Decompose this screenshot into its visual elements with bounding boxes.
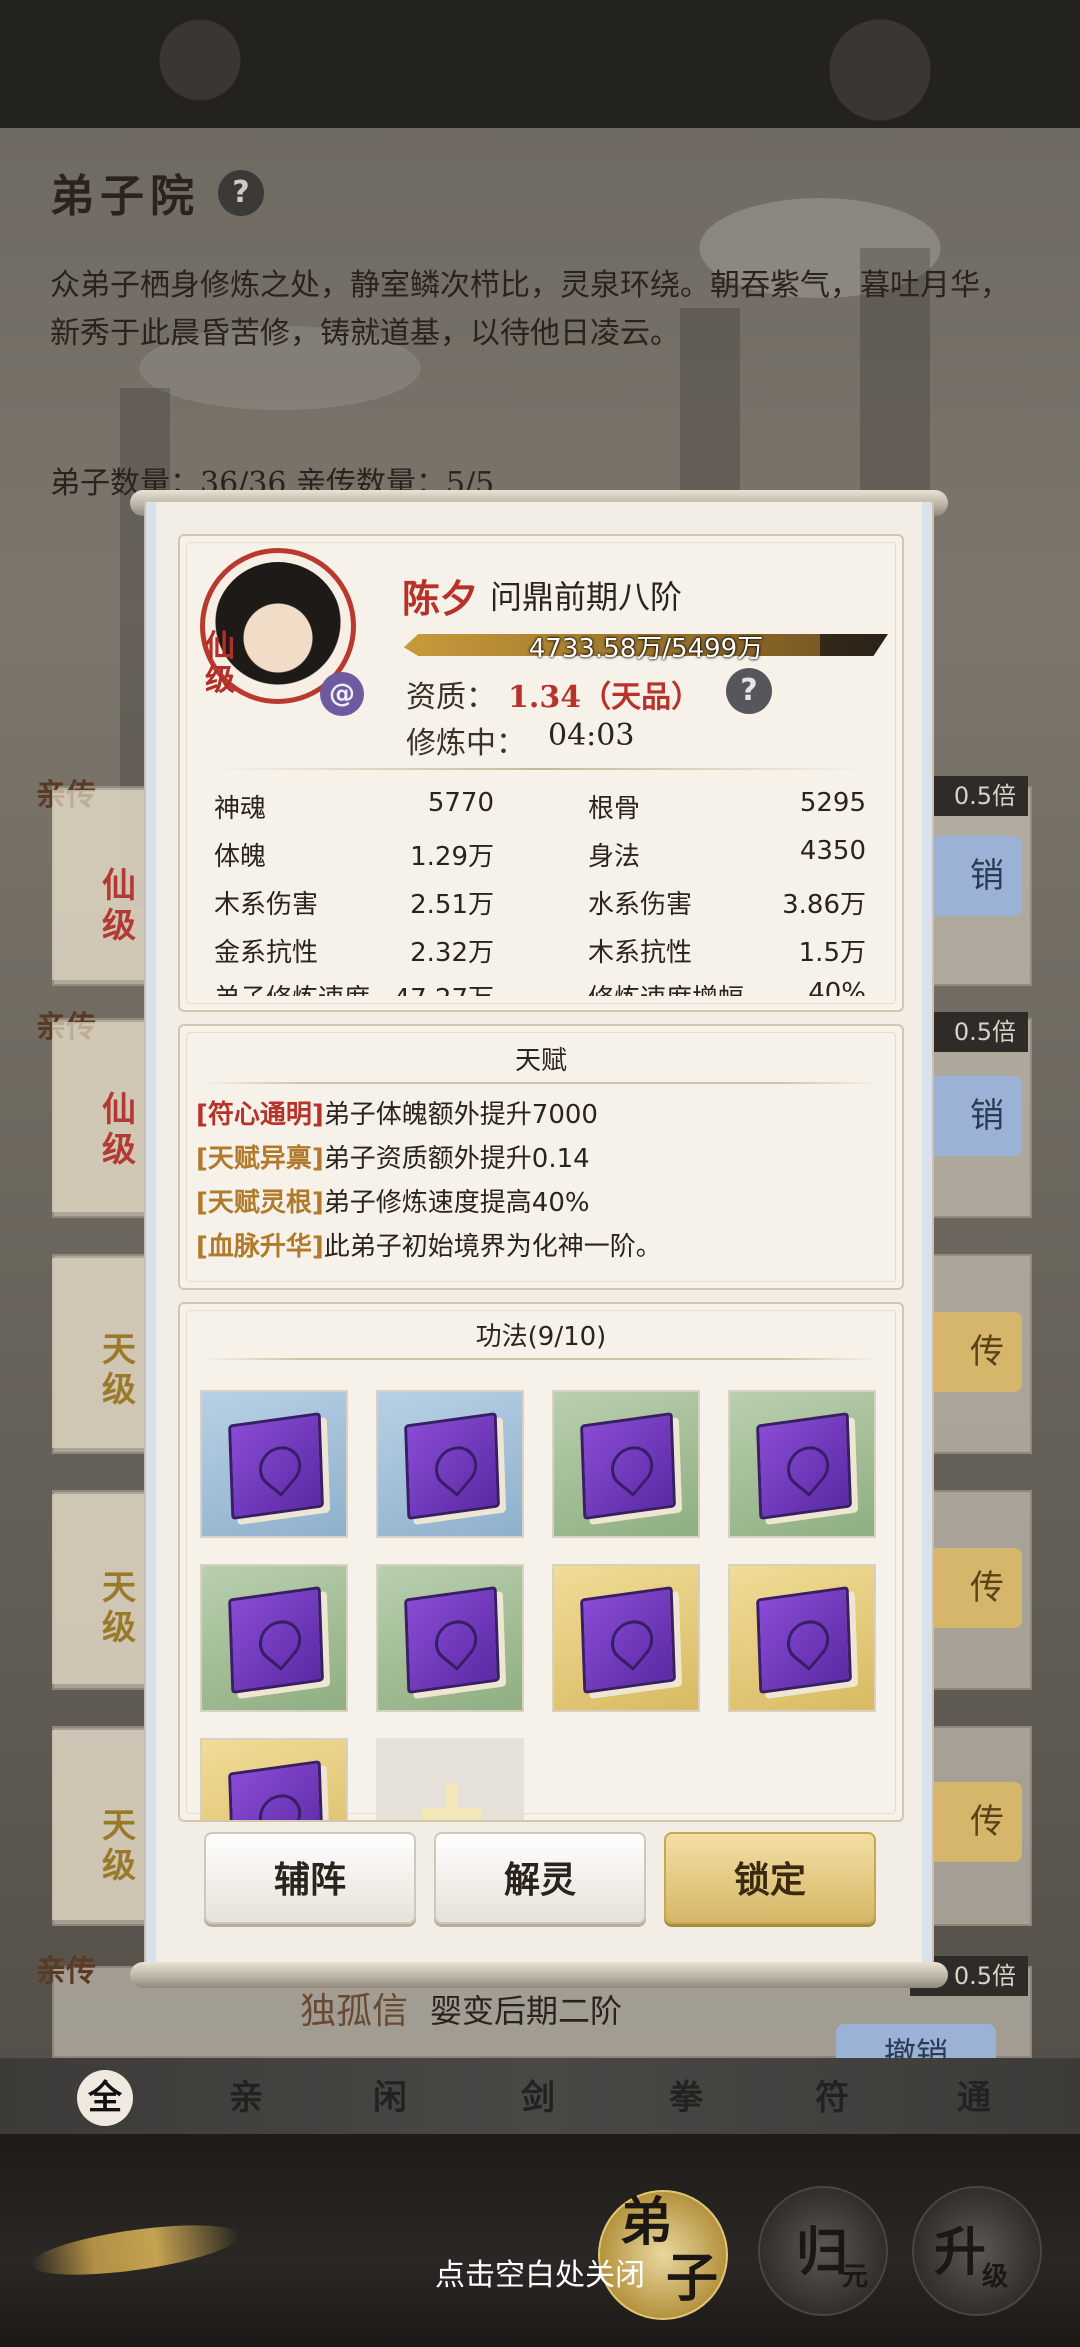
skill-book-icon	[756, 1586, 852, 1694]
skill-slot[interactable]	[728, 1564, 876, 1712]
stat-value: 3.86万	[782, 890, 866, 920]
stat-value: 5770	[427, 788, 494, 818]
training-label: 修炼中：	[406, 726, 526, 761]
stat-label: 身法	[588, 842, 641, 872]
stat-label: 木系伤害	[214, 890, 319, 920]
lock-button[interactable]: 锁定	[664, 1832, 876, 1924]
aptitude-label: 资质：	[406, 680, 496, 715]
skill-book-icon	[228, 1412, 324, 1520]
stat-label: 弟子修炼速度	[214, 978, 370, 996]
row-grade: 仙级	[102, 1090, 136, 1170]
release-button[interactable]: 解灵	[434, 1832, 646, 1924]
skill-book-icon	[228, 1586, 324, 1694]
empty-skill-slot[interactable]	[376, 1738, 524, 1820]
skill-slot[interactable]	[200, 1390, 348, 1538]
talent-tag: [符心通明]	[196, 1100, 324, 1130]
disciples-nav-label: 弟	[620, 2192, 673, 2253]
row-grade: 天级	[102, 1568, 136, 1648]
skill-book-icon	[404, 1412, 500, 1520]
tab-idle[interactable]: 闲	[362, 2070, 418, 2126]
divider	[200, 1358, 882, 1360]
aptitude-help-icon[interactable]: ?	[726, 668, 772, 714]
skill-book-icon	[580, 1586, 676, 1694]
stat-label: 修炼速度增幅	[588, 978, 744, 996]
stat-row: 体魄 1.29万 身法 4350	[204, 836, 876, 884]
tab-talisman[interactable]: 符	[804, 2070, 860, 2126]
divider	[200, 1082, 882, 1084]
stat-row: 木系伤害 2.51万 水系伤害 3.86万	[204, 884, 876, 932]
stat-label: 木系抗性	[588, 938, 693, 968]
talents-title: 天赋	[514, 1046, 567, 1076]
stat-label: 水系伤害	[588, 890, 693, 920]
disciple-name: 独孤信	[300, 1991, 409, 2032]
disciple-name: 陈夕	[402, 576, 479, 621]
row-tag: 亲传	[36, 1954, 96, 1989]
tab-general[interactable]: 通	[946, 2070, 1002, 2126]
skills-title: 功法(9/10)	[475, 1322, 607, 1352]
skills-grid[interactable]	[190, 1380, 890, 1820]
skill-slot[interactable]	[376, 1390, 524, 1538]
skill-book-icon	[580, 1412, 676, 1520]
skill-slot[interactable]	[200, 1738, 348, 1820]
training-time: 04:03	[548, 718, 635, 753]
talent-tag: [天赋灵根]	[196, 1188, 324, 1218]
element-swirl-icon: @	[320, 672, 364, 716]
talent-text: 弟子体魄额外提升7000	[323, 1100, 598, 1130]
page-intro: 众弟子栖身修炼之处，静室鳞次栉比，灵泉环绕。朝吞紫气，暮吐月华，新秀于此晨昏苦修…	[50, 268, 1010, 351]
scroll-rod-bottom	[130, 1962, 948, 1988]
talent-tag: [血脉升华]	[196, 1232, 324, 1262]
talent-item: [天赋异禀]弟子资质额外提升0.14	[196, 1138, 590, 1175]
top-banner	[0, 0, 1080, 128]
stat-label: 金系抗性	[214, 938, 319, 968]
exp-text: 4733.58万/5499万	[528, 634, 764, 664]
skill-slot[interactable]	[552, 1390, 700, 1538]
talent-text: 此弟子初始境界为化神一阶。	[323, 1232, 662, 1262]
tab-fist[interactable]: 拳	[658, 2070, 714, 2126]
stat-value: 40%	[808, 978, 866, 996]
talent-item: [符心通明]弟子体魄额外提升7000	[196, 1094, 598, 1131]
stat-value: 1.29万	[410, 842, 494, 872]
stat-value: 5295	[799, 788, 866, 818]
close-hint[interactable]: 点击空白处关闭	[0, 2250, 1080, 2294]
skill-slot[interactable]	[552, 1564, 700, 1712]
talent-tag: [天赋异禀]	[196, 1144, 324, 1174]
talent-text: 弟子修炼速度提高40%	[323, 1188, 590, 1218]
skill-slot[interactable]	[728, 1390, 876, 1538]
talent-item: [天赋灵根]弟子修炼速度提高40%	[196, 1182, 590, 1219]
assist-button[interactable]: 辅阵	[204, 1832, 416, 1924]
skill-book-icon	[756, 1412, 852, 1520]
stat-row: 神魂 5770 根骨 5295	[204, 788, 876, 836]
talent-item: [血脉升华]此弟子初始境界为化神一阶。	[196, 1226, 662, 1263]
skill-slot[interactable]	[376, 1564, 524, 1712]
row-grade: 天级	[102, 1330, 136, 1410]
stat-row: 弟子修炼速度 47.27万 修炼速度增幅 40%	[204, 978, 876, 996]
stat-value: 47.27万	[374, 978, 494, 996]
divider	[204, 768, 876, 770]
stat-value: 2.32万	[410, 938, 494, 968]
grade-badge: 仙级	[205, 629, 235, 698]
row-grade: 天级	[102, 1806, 136, 1886]
tab-sword[interactable]: 剑	[510, 2070, 566, 2126]
skill-book-icon	[228, 1760, 324, 1820]
stat-value: 4350	[799, 836, 866, 866]
row-grade: 仙级	[102, 866, 136, 946]
tab-all[interactable]: 全	[77, 2070, 133, 2126]
stat-label: 神魂	[214, 794, 267, 824]
disciple-realm: 问鼎前期八阶	[490, 578, 683, 616]
page-title: 弟子院	[50, 171, 200, 222]
disciple-realm: 婴变后期二阶	[430, 1992, 623, 2030]
aptitude-value: 1.34（天品）	[508, 680, 702, 715]
talent-text: 弟子资质额外提升0.14	[323, 1144, 590, 1174]
tab-personal[interactable]: 亲	[218, 2070, 274, 2126]
stat-value: 2.51万	[410, 890, 494, 920]
help-icon[interactable]: ?	[218, 170, 264, 216]
plus-icon	[422, 1784, 482, 1820]
stat-value: 1.5万	[798, 938, 866, 968]
stat-label: 根骨	[588, 794, 641, 824]
stat-label: 体魄	[214, 842, 267, 872]
skill-slot[interactable]	[200, 1564, 348, 1712]
stat-row: 金系抗性 2.32万 木系抗性 1.5万	[204, 932, 876, 980]
stats-list[interactable]: 神魂 5770 根骨 5295 体魄 1.29万 身法 4350 木系伤害 2.…	[204, 780, 876, 996]
skill-book-icon	[404, 1586, 500, 1694]
